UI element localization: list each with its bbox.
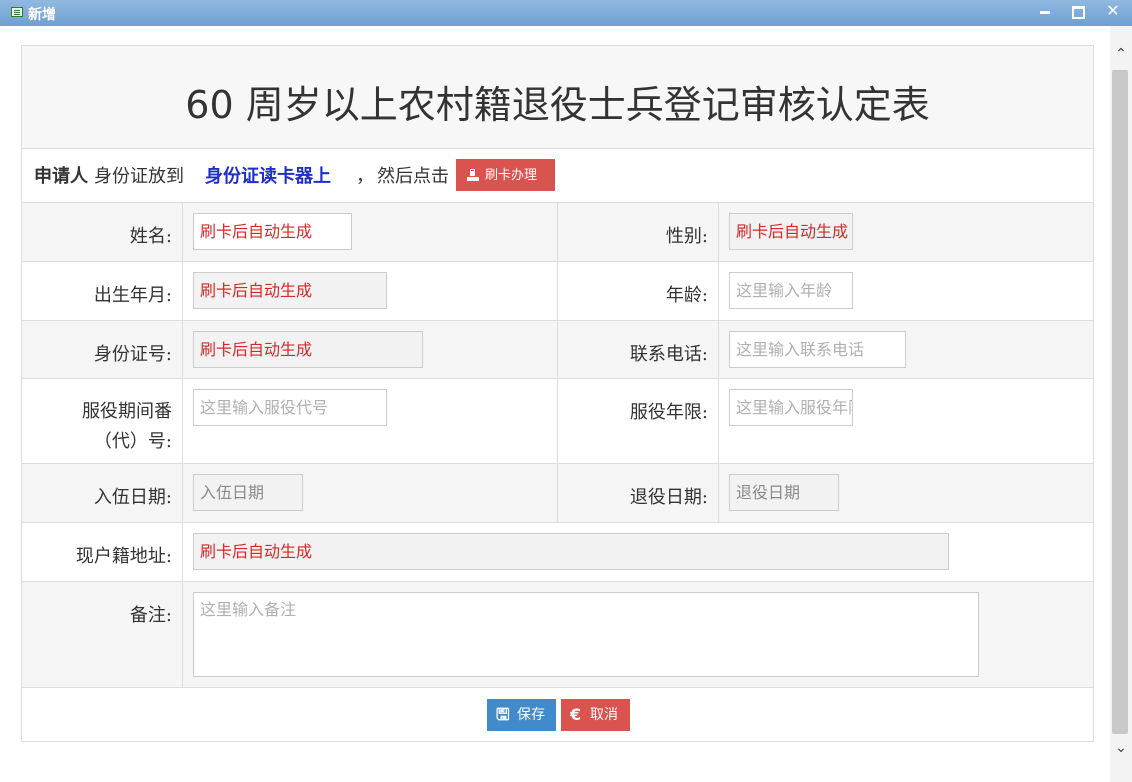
maximize-icon[interactable] [1067, 1, 1089, 23]
save-button[interactable]: 🖫 保存 [487, 699, 556, 731]
tip-text: 身份证放到 [94, 166, 184, 187]
discharge-date-label: 退役日期: [629, 487, 708, 508]
save-icon: 🖫 [496, 705, 510, 724]
tip-then-click: 然后点击 [377, 166, 449, 187]
address-label: 现户籍地址: [75, 546, 172, 567]
name-field[interactable]: 刷卡后自动生成 [193, 213, 352, 250]
service-years-input[interactable]: 这里输入服役年限 [729, 389, 853, 426]
tip-comma: ， [356, 166, 374, 187]
phone-label: 联系电话: [629, 344, 708, 365]
age-label: 年龄: [665, 285, 708, 306]
scrollbar-thumb[interactable] [1112, 70, 1128, 734]
swipe-card-label: 刷卡办理 [485, 168, 538, 183]
form-row-name: 姓名: 刷卡后自动生成 性别: 刷卡后自动生成 [22, 203, 1093, 262]
remark-textarea[interactable]: 这里输入备注 [193, 592, 979, 677]
euro-icon: € [570, 705, 582, 724]
form-row-dates: 入伍日期: 入伍日期 退役日期: 退役日期 [22, 464, 1093, 523]
form-row-remark: 备注: 这里输入备注 [22, 582, 1093, 688]
save-label: 保存 [517, 707, 545, 723]
page-title: 60 周岁以上农村籍退役士兵登记审核认定表 [22, 46, 1093, 149]
card-reader-tip: 申请人 身份证放到 身份证读卡器上 ， 然后点击 刷卡办理 [22, 148, 1093, 203]
phone-input[interactable]: 这里输入联系电话 [729, 331, 906, 368]
service-code-label-line2: （代）号: [93, 431, 172, 452]
dialog-content: 60 周岁以上农村籍退役士兵登记审核认定表 申请人 身份证放到 身份证读卡器上 … [0, 26, 1110, 782]
gender-field[interactable]: 刷卡后自动生成 [729, 213, 853, 250]
form-row-birth: 出生年月: 刷卡后自动生成 年龄: 这里输入年龄 [22, 262, 1093, 321]
discharge-date-input[interactable]: 退役日期 [729, 474, 839, 511]
enlist-date-label: 入伍日期: [93, 487, 172, 508]
window-titlebar: 新增 ✕ [0, 0, 1132, 26]
form-window-icon [11, 7, 23, 17]
card-reader-icon [467, 169, 479, 181]
remark-label: 备注: [129, 605, 172, 626]
cancel-button[interactable]: € 取消 [561, 699, 630, 731]
form-row-service: 服役期间番 （代）号: 这里输入服役代号 服役年限: 这里输入服役年限 [22, 379, 1093, 464]
registration-form: 60 周岁以上农村籍退役士兵登记审核认定表 申请人 身份证放到 身份证读卡器上 … [21, 45, 1094, 742]
idcard-field[interactable]: 刷卡后自动生成 [193, 331, 423, 368]
idcard-label: 身份证号: [93, 344, 172, 365]
name-label: 姓名: [129, 226, 172, 247]
vertical-scrollbar[interactable]: ⌃ ⌄ [1110, 26, 1132, 782]
cancel-label: 取消 [590, 707, 618, 723]
tip-applicant: 申请人 [34, 166, 88, 187]
gender-label: 性别: [665, 226, 708, 247]
address-field[interactable]: 刷卡后自动生成 [193, 533, 949, 570]
tip-card-reader: 身份证读卡器上 [205, 166, 331, 187]
birth-field[interactable]: 刷卡后自动生成 [193, 272, 387, 309]
service-code-input[interactable]: 这里输入服役代号 [193, 389, 387, 426]
age-input[interactable]: 这里输入年龄 [729, 272, 853, 309]
form-row-idcard: 身份证号: 刷卡后自动生成 联系电话: 这里输入联系电话 [22, 321, 1093, 379]
enlist-date-input[interactable]: 入伍日期 [193, 474, 303, 511]
service-years-label: 服役年限: [629, 402, 708, 423]
service-code-label-line1: 服役期间番 [82, 401, 172, 422]
form-row-address: 现户籍地址: 刷卡后自动生成 [22, 523, 1093, 582]
scroll-down-icon[interactable]: ⌄ [1110, 740, 1132, 758]
close-icon[interactable]: ✕ [1102, 1, 1124, 23]
minimize-icon[interactable] [1034, 1, 1056, 23]
scroll-up-icon[interactable]: ⌃ [1110, 46, 1132, 64]
swipe-card-button[interactable]: 刷卡办理 [456, 159, 555, 191]
birth-label: 出生年月: [93, 285, 172, 306]
window-title: 新增 [28, 7, 56, 23]
